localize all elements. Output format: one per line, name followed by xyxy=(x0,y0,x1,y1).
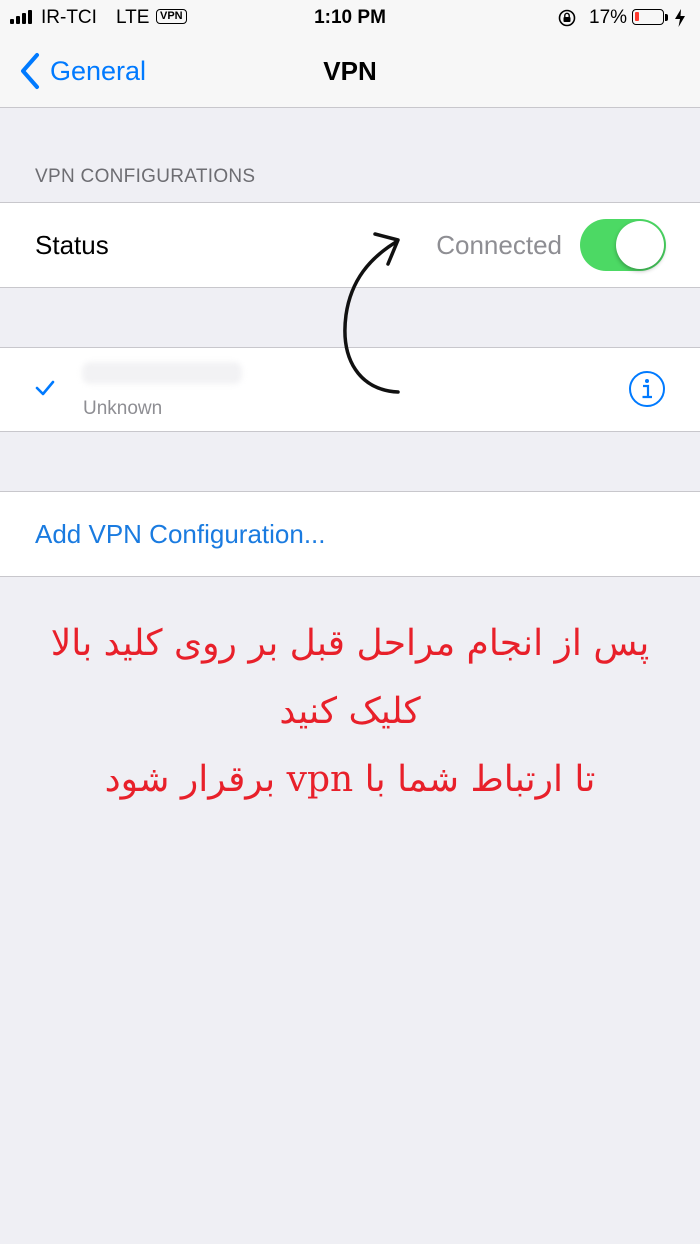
status-bar: IR-TCI LTE VPN 1:10 PM 17% xyxy=(0,0,700,36)
instruction-line: کلیک کنید xyxy=(279,691,421,732)
instruction-line: پس از انجام مراحل قبل بر روی کلید بالا xyxy=(50,623,650,664)
charging-bolt-icon xyxy=(675,9,685,27)
checkmark-icon xyxy=(35,380,55,396)
navigation-bar: General VPN xyxy=(0,36,700,108)
instruction-text: پس از انجام مراحل قبل بر روی کلید بالا ک… xyxy=(0,610,700,814)
rotation-lock-icon xyxy=(558,9,576,27)
status-label: Status xyxy=(35,230,109,260)
status-value: Connected xyxy=(436,230,562,260)
vpn-toggle[interactable] xyxy=(580,219,666,271)
config-subtitle: Unknown xyxy=(83,398,163,419)
instruction-line: تا ارتباط شما با vpn برقرار شود xyxy=(104,759,596,800)
battery-nub xyxy=(665,14,668,21)
battery-percentage: 17% xyxy=(589,7,628,28)
curved-arrow-annotation xyxy=(343,232,400,394)
battery-icon xyxy=(632,9,664,25)
battery-level-fill xyxy=(635,12,639,21)
info-icon[interactable] xyxy=(628,370,666,408)
section-header: VPN CONFIGURATIONS xyxy=(35,166,256,187)
vpn-settings-screen: IR-TCI LTE VPN 1:10 PM 17% General VPN V… xyxy=(0,0,700,1244)
page-title: VPN xyxy=(323,56,377,86)
toggle-knob xyxy=(616,221,664,269)
add-configuration-row[interactable]: Add VPN Configuration... xyxy=(0,491,700,577)
add-vpn-configuration-link[interactable]: Add VPN Configuration... xyxy=(35,519,326,550)
blurred-config-name xyxy=(82,362,242,384)
